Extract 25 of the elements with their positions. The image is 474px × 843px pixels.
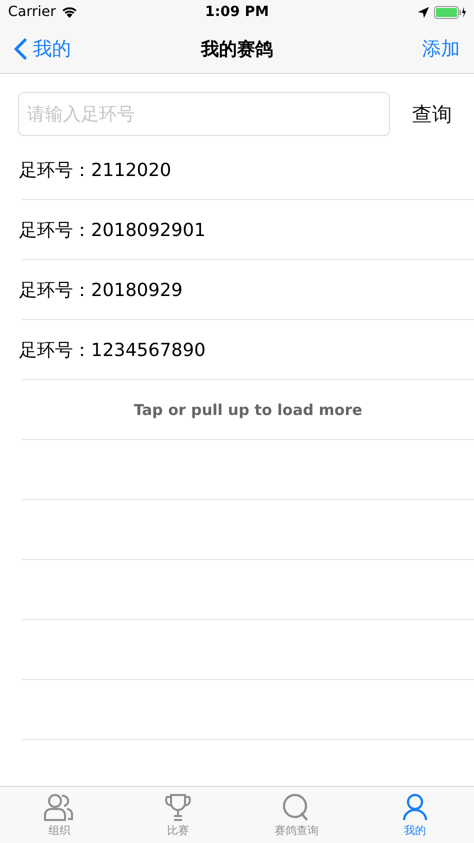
add-button[interactable]: 添加: [422, 36, 460, 62]
trophy-icon: [164, 792, 191, 820]
people-icon: [44, 792, 74, 820]
query-button[interactable]: 查询: [400, 100, 464, 128]
back-label: 我的: [33, 36, 71, 62]
ring-number-text[interactable]: 足环号：2018092901: [19, 218, 206, 242]
ring-number-text[interactable]: 足环号：2112020: [19, 158, 172, 182]
status-time: 1:09 PM: [205, 4, 269, 20]
tab-item[interactable]: 赛鸽查询: [237, 787, 356, 843]
tab-item[interactable]: 组织: [0, 787, 118, 843]
tab-item[interactable]: 我的: [356, 787, 474, 843]
back-button[interactable]: 我的: [14, 36, 71, 62]
ring-number-text[interactable]: 足环号：1234567890: [19, 338, 206, 362]
person-icon: [402, 792, 428, 820]
ring-number-text[interactable]: 足环号：20180929: [19, 278, 183, 302]
nav-title: 我的赛鸽: [201, 38, 273, 60]
tab-item[interactable]: 比赛: [118, 787, 237, 843]
search-field[interactable]: 请输入足环号: [18, 92, 390, 136]
location-arrow-icon: [418, 6, 429, 18]
battery-icon: [434, 6, 466, 18]
back-chevron-icon: [14, 38, 27, 60]
carrier-name: Carrier: [8, 4, 56, 20]
load-more-text[interactable]: Tap or pull up to load more: [134, 400, 362, 418]
wifi-icon: [60, 6, 78, 18]
search-icon: [282, 792, 310, 820]
